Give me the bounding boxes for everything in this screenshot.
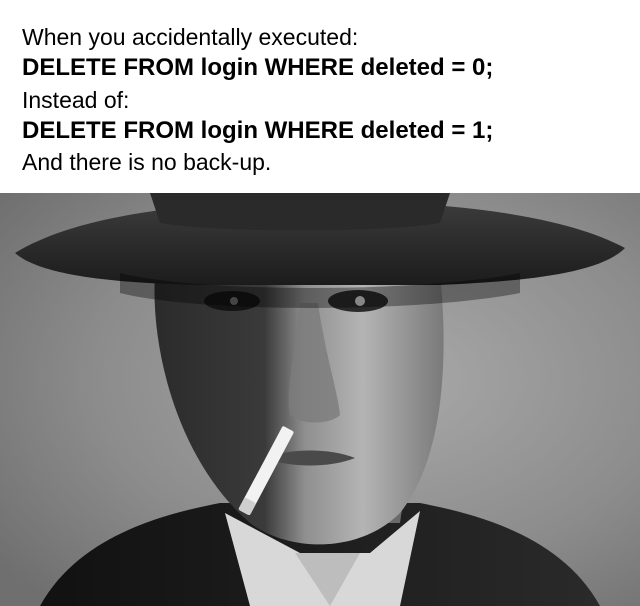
caption-line-3: Instead of: — [22, 87, 130, 113]
hat-crown — [150, 193, 450, 231]
portrait-illustration — [0, 193, 640, 606]
meme-photo — [0, 193, 640, 606]
caption-line-5: And there is no back-up. — [22, 149, 272, 175]
caption-sql-intended: DELETE FROM login WHERE deleted = 1; — [22, 117, 494, 144]
caption-line-1: When you accidentally executed: — [22, 24, 359, 50]
meme-caption: When you accidentally executed: DELETE F… — [0, 0, 640, 193]
caption-sql-executed: DELETE FROM login WHERE deleted = 0; — [22, 54, 494, 81]
